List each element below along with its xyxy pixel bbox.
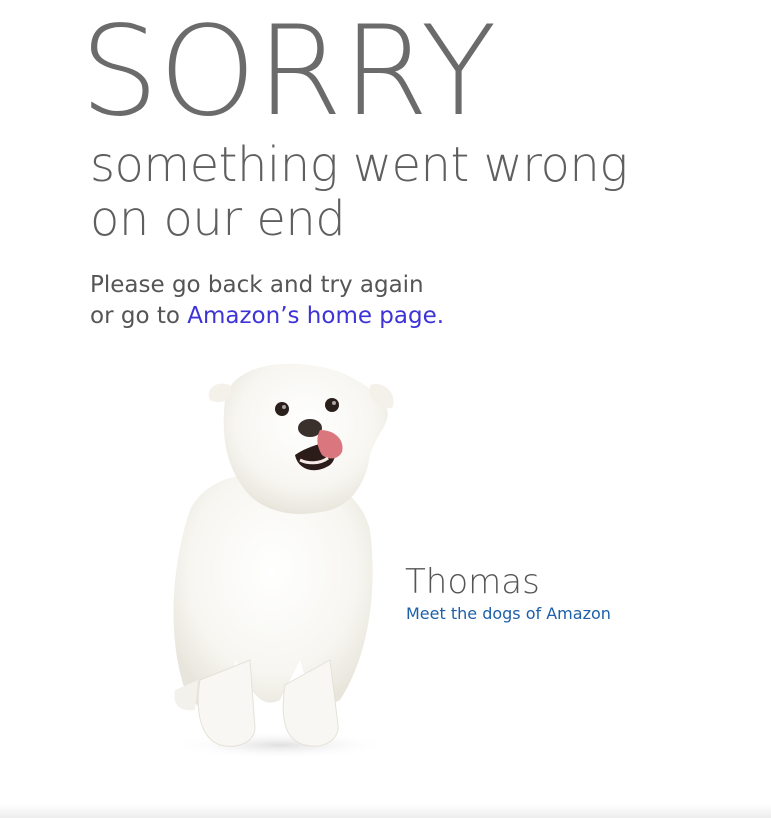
sorry-heading: SORRY: [80, 0, 497, 144]
bottom-shade: [0, 804, 771, 818]
error-message-prefix: or go to: [90, 303, 188, 329]
error-message-line-1: Please go back and try again: [90, 272, 424, 298]
error-message-line-2: or go to Amazon’s home page.: [90, 301, 444, 332]
dog-name: Thomas: [405, 562, 540, 602]
home-page-link[interactable]: Amazon’s home page.: [187, 303, 444, 329]
error-subheading-line-2: on our end: [90, 191, 346, 247]
dog-illustration: [170, 363, 394, 759]
error-subheading: something went wrong on our end: [90, 138, 628, 246]
meet-dogs-link[interactable]: Meet the dogs of Amazon: [406, 604, 611, 624]
error-subheading-line-1: something went wrong: [90, 137, 628, 193]
error-page: SORRY something went wrong on our end Pl…: [0, 0, 771, 818]
error-message: Please go back and try again or go to Am…: [90, 270, 444, 332]
